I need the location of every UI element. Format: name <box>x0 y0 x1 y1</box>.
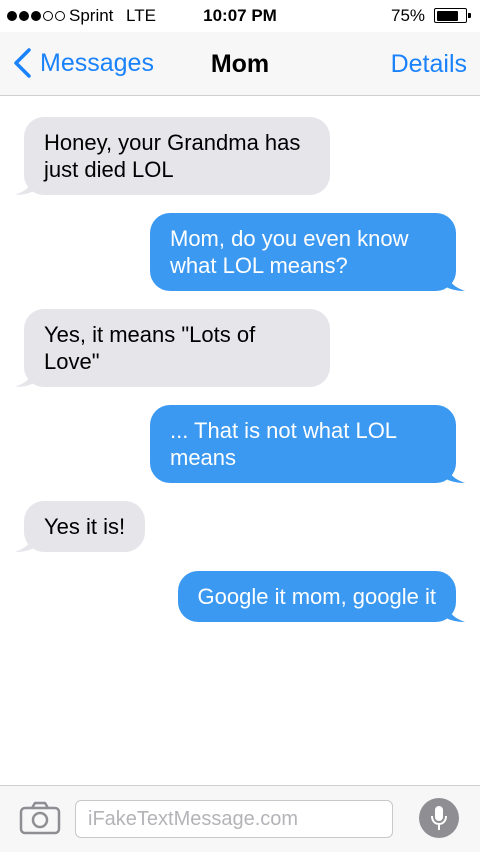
message-bubble: Yes, it means "Lots of Love" <box>24 309 330 387</box>
status-bar: Sprint LTE 10:07 PM 75% <box>0 0 480 32</box>
chevron-left-icon <box>14 48 31 78</box>
incoming-message: Yes it is! <box>15 501 146 552</box>
message-text: Mom, do you even know what LOL means? <box>170 226 409 278</box>
bubble-tail <box>439 461 465 483</box>
outgoing-message: Mom, do you even know what LOL means? <box>150 213 465 291</box>
bubble-tail <box>15 173 41 195</box>
message-bubble: ... That is not what LOL means <box>150 405 456 483</box>
message-thread[interactable]: Honey, your Grandma has just died LOL Mo… <box>0 97 480 785</box>
details-button[interactable]: Details <box>391 50 467 79</box>
outgoing-message: Google it mom, google it <box>177 571 465 622</box>
navigation-bar: Messages Mom Details <box>0 32 480 96</box>
battery-icon <box>434 8 471 23</box>
incoming-message: Honey, your Grandma has just died LOL <box>15 117 330 195</box>
message-bubble: Yes it is! <box>24 501 146 552</box>
message-text: Honey, your Grandma has just died LOL <box>44 130 301 182</box>
message-composer <box>0 785 480 852</box>
camera-button[interactable] <box>19 801 61 835</box>
battery-percent: 75% <box>391 6 426 25</box>
microphone-icon <box>431 806 447 830</box>
bubble-tail <box>15 365 41 387</box>
message-bubble: Google it mom, google it <box>177 571 456 622</box>
message-bubble: Mom, do you even know what LOL means? <box>150 213 456 291</box>
back-button[interactable]: Messages <box>10 46 154 80</box>
message-input[interactable] <box>75 800 393 838</box>
outgoing-message: ... That is not what LOL means <box>150 405 465 483</box>
camera-icon <box>19 801 61 835</box>
back-button-label: Messages <box>40 48 154 77</box>
message-text: Yes it is! <box>44 514 126 539</box>
bubble-tail <box>15 530 41 552</box>
bubble-tail <box>439 600 465 622</box>
message-text: Google it mom, google it <box>197 584 436 609</box>
incoming-message: Yes, it means "Lots of Love" <box>15 309 330 387</box>
message-text: ... That is not what LOL means <box>170 418 397 470</box>
message-text: Yes, it means "Lots of Love" <box>44 322 256 374</box>
microphone-button[interactable] <box>419 798 459 838</box>
message-bubble: Honey, your Grandma has just died LOL <box>24 117 330 195</box>
bubble-tail <box>439 269 465 291</box>
